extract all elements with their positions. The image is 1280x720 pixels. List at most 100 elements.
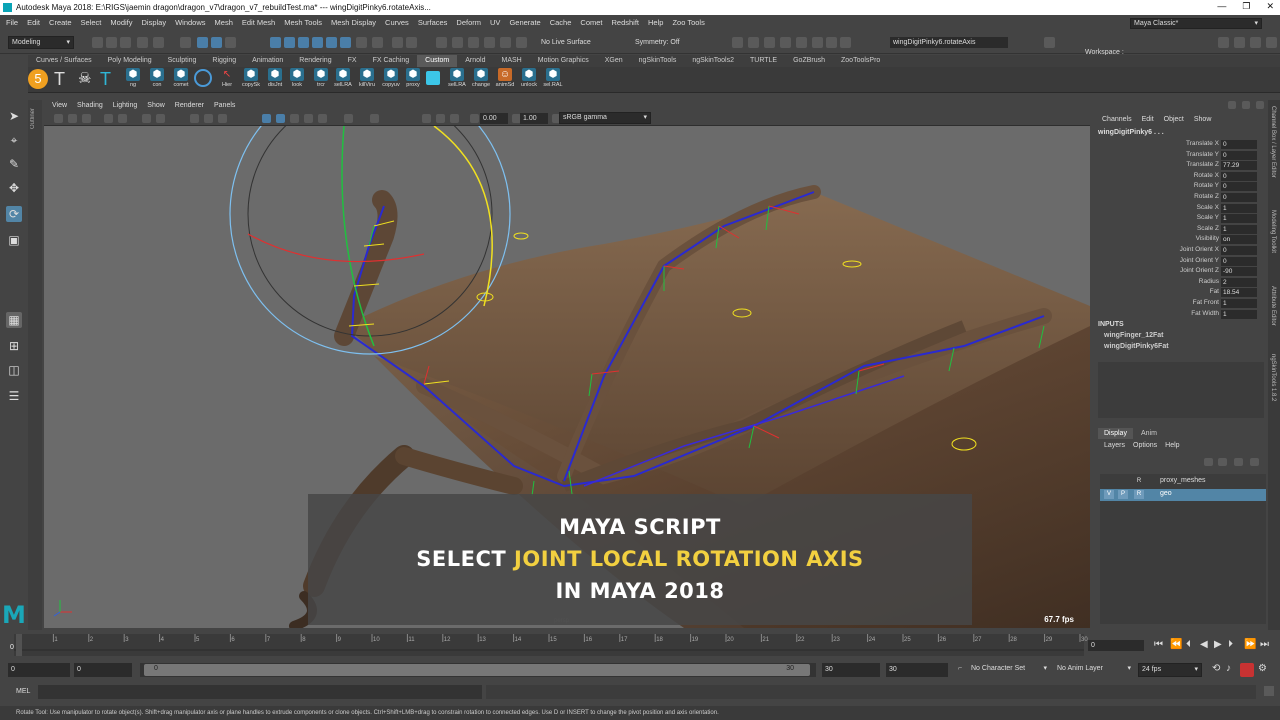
select-deformer-icon[interactable]: [326, 37, 337, 48]
hypershade-icon[interactable]: [796, 37, 807, 48]
layer-display-type-toggle[interactable]: R: [1134, 490, 1144, 499]
shelf-ng-button[interactable]: ⬢ ng: [122, 68, 144, 88]
select-surface-icon[interactable]: [312, 37, 323, 48]
input-node-wingdigitpinky[interactable]: wingDigitPinky6Fat: [1104, 343, 1169, 350]
move-tool-icon[interactable]: ✥: [6, 180, 22, 196]
shelf-animsd-button[interactable]: ☺ animSd: [494, 68, 516, 88]
film-gate-icon[interactable]: [156, 114, 165, 123]
time-slider[interactable]: 1 2 3 4 5 6 7 8 9 10 11 12 13 14 15 16 17 18 19 20 21 22 23 24 2…: [0, 630, 1280, 660]
menu-cache[interactable]: Cache: [550, 18, 572, 27]
camera-select-icon[interactable]: [54, 114, 63, 123]
select-by-object-icon[interactable]: [197, 37, 208, 48]
character-set-dropdown[interactable]: No Character Set: [968, 663, 1050, 677]
gamma-field[interactable]: 1.00: [520, 113, 548, 124]
shelf-comet-button[interactable]: ⬢ comet: [170, 68, 192, 88]
play-backwards-icon[interactable]: ◀: [1200, 639, 1208, 650]
exposure-icon[interactable]: [470, 114, 479, 123]
select-by-component-icon[interactable]: [211, 37, 222, 48]
close-button[interactable]: ✕: [1266, 1, 1274, 12]
rotate-tool-icon[interactable]: ⟳: [6, 206, 22, 222]
side-tab-channel-box[interactable]: Channel Box / Layer Editor: [1270, 106, 1276, 178]
shelf-killviru-button[interactable]: ⬢ killViru: [356, 68, 378, 88]
minimize-button[interactable]: —: [1217, 1, 1226, 12]
snap-vertex-icon[interactable]: [516, 37, 527, 48]
anim-layer-dropdown[interactable]: No Anim Layer: [1054, 663, 1134, 677]
playback-fps-dropdown[interactable]: 24 fps: [1138, 663, 1202, 677]
new-scene-icon[interactable]: [92, 37, 103, 48]
layer-playback-toggle[interactable]: [1118, 477, 1128, 486]
layer-menu-layers[interactable]: Layers: [1104, 442, 1125, 449]
ipr-render-icon[interactable]: [764, 37, 775, 48]
attr-joint-orient-x[interactable]: Joint Orient X0: [1092, 246, 1262, 256]
attr-joint-orient-z[interactable]: Joint Orient Z -90: [1092, 267, 1262, 277]
shelf-tab-ngskintools2[interactable]: ngSkinTools2: [684, 55, 742, 67]
two-view-layout-icon[interactable]: ◫: [6, 362, 22, 378]
field-chart-icon[interactable]: [218, 114, 227, 123]
snap-grid-icon[interactable]: [436, 37, 447, 48]
layer-menu-help[interactable]: Help: [1165, 442, 1179, 449]
cube-icon[interactable]: [426, 71, 440, 85]
skull-icon[interactable]: ☠: [78, 69, 91, 87]
select-by-hierarchy-icon[interactable]: [180, 37, 191, 48]
attr-scale-y[interactable]: Scale Y1: [1092, 214, 1262, 224]
shelf-change-button[interactable]: ⬢ change: [470, 68, 492, 88]
viewport-menu-renderer[interactable]: Renderer: [175, 100, 204, 112]
attr-rotate-z[interactable]: Rotate Z0: [1092, 193, 1262, 203]
channel-box-icon[interactable]: [1266, 37, 1277, 48]
attr-fat-front[interactable]: Fat Front 1: [1092, 299, 1262, 309]
playback-end-field[interactable]: 30: [822, 663, 880, 677]
view-transform-dropdown[interactable]: sRGB gamma: [559, 112, 651, 124]
channel-box-menu-edit[interactable]: Edit: [1142, 116, 1154, 123]
menu-redshift[interactable]: Redshift: [612, 18, 640, 27]
shelf-selral-button[interactable]: ⬢ sel.RAL: [542, 68, 564, 88]
attr-scale-x[interactable]: Scale X1: [1092, 203, 1262, 214]
shelf-tab-motion-graphics[interactable]: Motion Graphics: [530, 55, 597, 67]
layer-menu-options[interactable]: Options: [1133, 442, 1157, 449]
shelf-sellra2-button[interactable]: ⬢ selLRA: [446, 68, 468, 88]
light-editor-icon[interactable]: [812, 37, 823, 48]
layer-row-proxy-meshes[interactable]: R proxy_meshes: [1100, 476, 1266, 488]
shelf-tab-curves-surfaces[interactable]: Curves / Surfaces: [28, 55, 100, 67]
shelf-copyuv-button[interactable]: ⬢ copyuv: [380, 68, 402, 88]
four-view-layout-icon[interactable]: ⊞: [6, 338, 22, 354]
attr-visibility[interactable]: Visibility on: [1092, 235, 1262, 245]
scale-tool-icon[interactable]: ▣: [6, 232, 22, 248]
range-slider-handle[interactable]: 0 30: [144, 664, 810, 676]
shelf-hier-button[interactable]: ↖ Hier: [216, 68, 238, 88]
attr-fat[interactable]: Fat 18.54: [1092, 288, 1262, 298]
channel-box-menu-show[interactable]: Show: [1194, 116, 1212, 123]
live-surface-label[interactable]: No Live Surface: [538, 37, 618, 48]
snap-view-plane-icon[interactable]: [484, 37, 495, 48]
layer-visibility-toggle[interactable]: [1104, 477, 1114, 486]
shelf-tab-animation[interactable]: Animation: [244, 55, 291, 67]
auto-key-icon[interactable]: [1240, 663, 1254, 677]
shelf-tab-gozbrush[interactable]: GoZBrush: [785, 55, 833, 67]
move-layer-up-icon[interactable]: [1204, 458, 1213, 466]
menu-uv[interactable]: UV: [490, 18, 500, 27]
snap-surface-icon[interactable]: [500, 37, 511, 48]
play-render-icon[interactable]: [826, 37, 837, 48]
attr-translate-y[interactable]: Translate Y0: [1092, 150, 1262, 161]
select-curve-icon[interactable]: [298, 37, 309, 48]
input-node-wingfinger[interactable]: wingFinger_12Fat: [1104, 332, 1164, 339]
shelf-disjnt-button[interactable]: ⬢ disJnt: [264, 68, 286, 88]
shelf-sellra-button[interactable]: ⬢ selLRA: [332, 68, 354, 88]
select-joint-icon[interactable]: [284, 37, 295, 48]
animation-end-field[interactable]: 30: [886, 663, 948, 677]
viewport-menu-panels[interactable]: Panels: [214, 100, 235, 112]
shelf-tab-custom[interactable]: Custom: [417, 55, 458, 67]
shelf-look-button[interactable]: ⬢ look: [286, 68, 308, 88]
command-language-label[interactable]: MEL: [16, 688, 30, 695]
attr-fat-width[interactable]: Fat Width 1: [1092, 309, 1262, 320]
side-tab-modeling-toolkit[interactable]: Modeling Toolkit: [1270, 210, 1276, 253]
bookmark-icon[interactable]: [82, 114, 91, 123]
layer-visibility-toggle[interactable]: V: [1104, 490, 1114, 499]
render-settings-icon[interactable]: [732, 37, 743, 48]
menu-set-dropdown[interactable]: Modeling: [8, 36, 74, 49]
shelf-tab-turtle[interactable]: TURTLE: [742, 55, 785, 67]
camera-lock-icon[interactable]: [68, 114, 77, 123]
menu-help[interactable]: Help: [648, 18, 663, 27]
shelf-tab-fx-caching[interactable]: FX Caching: [365, 55, 418, 67]
shelf-tab-sculpting[interactable]: Sculpting: [160, 55, 205, 67]
step-back-key-icon[interactable]: ⏪: [1170, 639, 1182, 650]
